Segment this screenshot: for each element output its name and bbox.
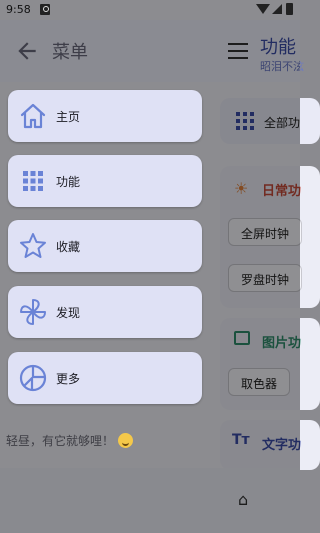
navigation-drawer: 菜单 主页 功能 收藏 发现 更多 轻昼，有它就够哩！ [0, 20, 212, 533]
notification-icon [40, 4, 50, 15]
star-icon [20, 233, 46, 258]
battery-icon [286, 3, 293, 15]
drawer-item-label: 主页 [56, 110, 81, 124]
signal-icon [272, 4, 282, 14]
more-icon [19, 364, 47, 392]
grid-icon [23, 171, 43, 191]
drawer-header: 菜单 [0, 20, 212, 80]
drawer-item-label: 功能 [56, 175, 81, 189]
drawer-footer: 轻昼，有它就够哩！ [6, 432, 134, 449]
status-time: 9:58 [6, 3, 31, 16]
drawer-item-home[interactable]: 主页 [8, 90, 202, 142]
drawer-item-label: 更多 [56, 372, 81, 386]
footer-slogan: 轻昼，有它就够哩！ [6, 434, 115, 448]
grinning-face-icon [118, 433, 134, 448]
drawer-item-more[interactable]: 更多 [8, 352, 202, 404]
back-arrow-icon[interactable] [14, 38, 40, 64]
wifi-icon [256, 4, 270, 14]
status-bar: 9:58 [0, 0, 300, 20]
drawer-item-favorites[interactable]: 收藏 [8, 220, 202, 272]
drawer-item-label: 发现 [56, 306, 81, 320]
drawer-item-functions[interactable]: 功能 [8, 155, 202, 207]
pinwheel-icon [20, 299, 46, 325]
drawer-title: 菜单 [52, 42, 88, 63]
drawer-item-label: 收藏 [56, 240, 81, 254]
drawer-item-discover[interactable]: 发现 [8, 286, 202, 338]
home-icon [20, 103, 46, 129]
